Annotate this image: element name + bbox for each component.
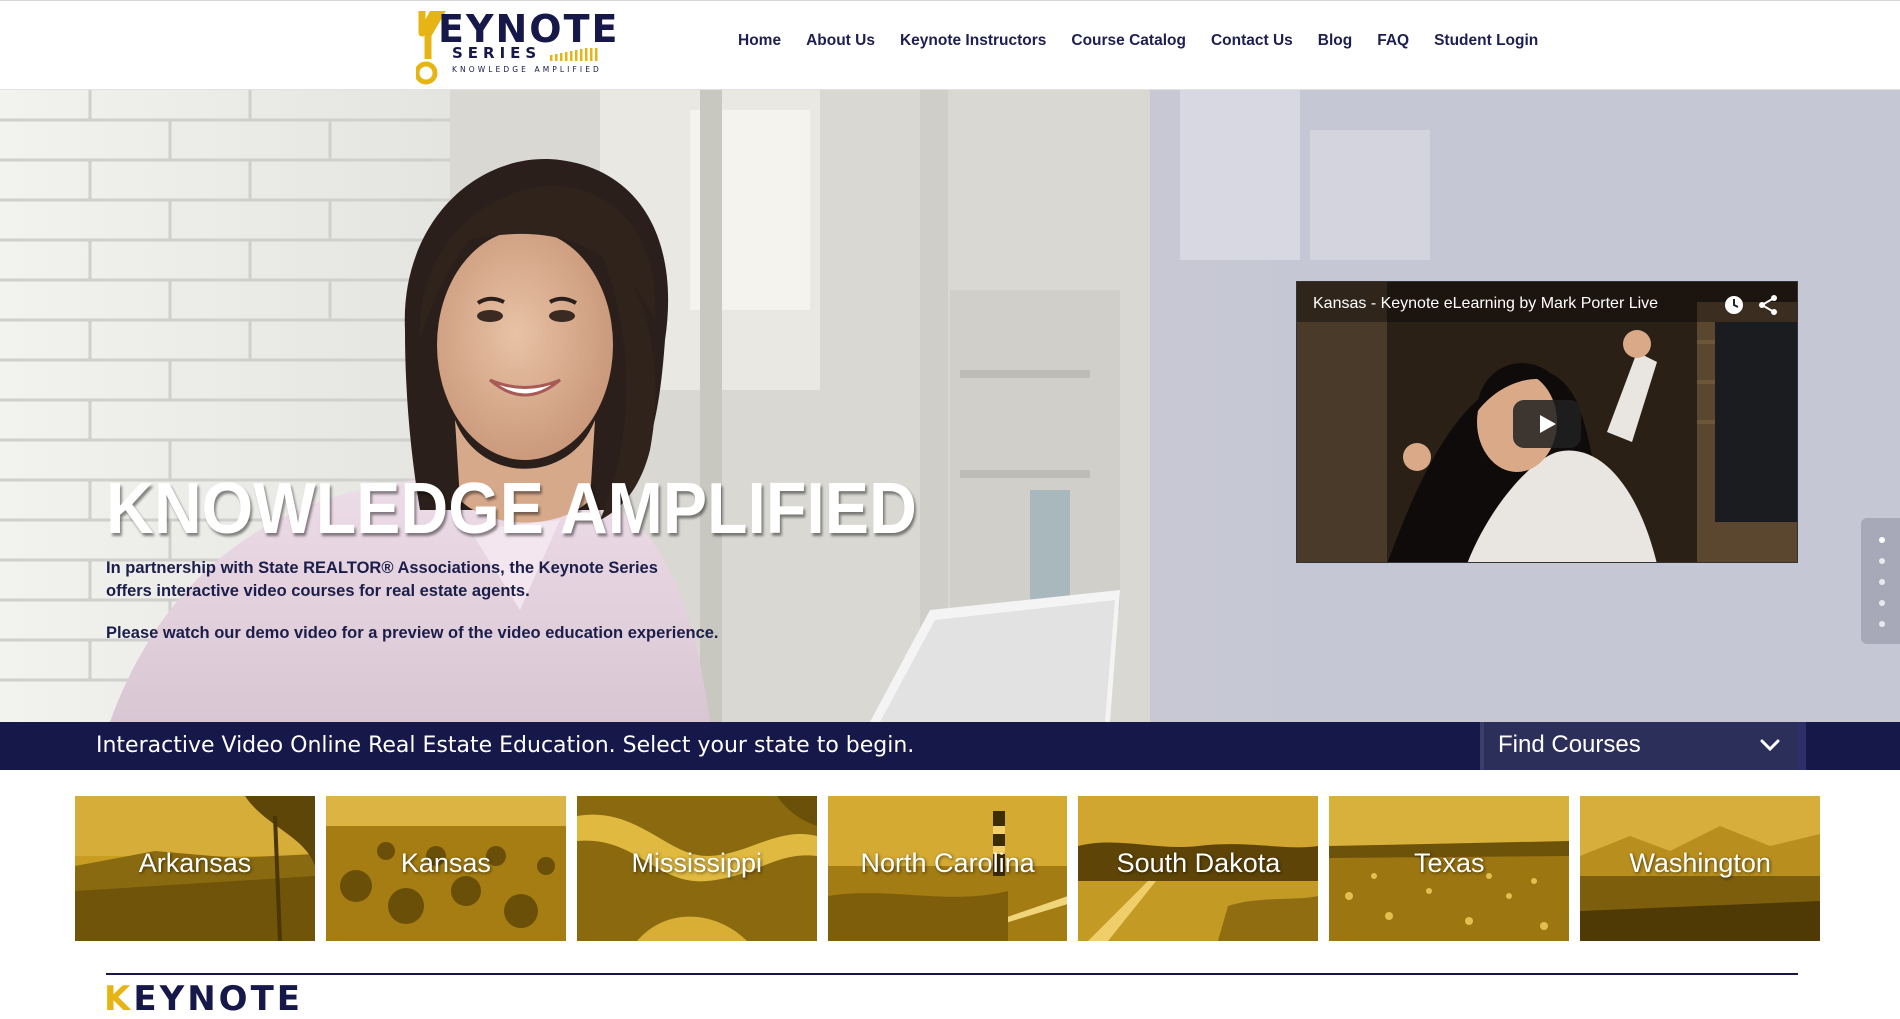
nav-home[interactable]: Home (738, 32, 781, 50)
nav-about-us[interactable]: About Us (806, 32, 875, 50)
hero-banner: KNOWLEDGE AMPLIFIED In partnership with … (0, 90, 1900, 722)
equalizer-bars-icon (550, 48, 598, 61)
state-name: Mississippi (631, 848, 762, 878)
slider-dot[interactable] (1879, 537, 1885, 543)
section-divider (106, 973, 1798, 975)
nav-course-catalog[interactable]: Course Catalog (1071, 32, 1186, 50)
slider-dot[interactable] (1879, 621, 1885, 627)
watch-later-icon[interactable] (1723, 294, 1745, 316)
state-name: Washington (1629, 848, 1771, 878)
state-tiles: Arkansas Kansas Mississippi North Caroli… (75, 796, 1821, 941)
state-name: Texas (1414, 848, 1485, 878)
state-name: Kansas (400, 848, 491, 878)
keynote-logo[interactable]: EYNOTE SERIES KNOWLEDGE AMPLIFIED (416, 7, 617, 87)
video-title[interactable]: Kansas - Keynote eLearning by Mark Porte… (1313, 295, 1658, 313)
find-courses-label: Find Courses (1498, 731, 1641, 758)
slider-dot[interactable] (1879, 579, 1885, 585)
play-icon[interactable] (1513, 400, 1581, 448)
nav-student-login[interactable]: Student Login (1434, 32, 1538, 50)
footer-logo-k: K (104, 979, 134, 1019)
nav-blog[interactable]: Blog (1318, 32, 1352, 50)
slider-dot[interactable] (1879, 600, 1885, 606)
nav-contact-us[interactable]: Contact Us (1211, 32, 1293, 50)
demo-video-player[interactable]: Kansas - Keynote eLearning by Mark Porte… (1296, 281, 1798, 563)
hero-intro-text: In partnership with State REALTOR® Assoc… (106, 559, 658, 600)
find-courses-dropdown[interactable]: Find Courses (1480, 722, 1806, 770)
nav-faq[interactable]: FAQ (1377, 32, 1409, 50)
state-tile-south-dakota[interactable]: South Dakota (1078, 796, 1319, 941)
site-header: EYNOTE SERIES KNOWLEDGE AMPLIFIED Home A… (0, 0, 1900, 90)
state-select-bar: Interactive Video Online Real Estate Edu… (0, 722, 1900, 770)
logo-series: SERIES (452, 44, 542, 62)
hero-video-prompt: Please watch our demo video for a previe… (106, 624, 719, 642)
state-bar-text: Interactive Video Online Real Estate Edu… (96, 733, 915, 758)
logo-tagline: KNOWLEDGE AMPLIFIED (452, 65, 602, 74)
slider-dot[interactable] (1879, 558, 1885, 564)
slider-dots (1861, 518, 1900, 644)
state-tile-texas[interactable]: Texas (1329, 796, 1570, 941)
footer-logo[interactable]: KEYNOTE (104, 982, 303, 1016)
chevron-down-icon (1760, 739, 1780, 752)
state-tile-washington[interactable]: Washington (1580, 796, 1821, 941)
state-name: South Dakota (1116, 848, 1281, 878)
footer-logo-word: EYNOTE (133, 979, 303, 1019)
state-tile-mississippi[interactable]: Mississippi (576, 796, 817, 941)
hero-title: KNOWLEDGE AMPLIFIED (106, 469, 917, 549)
state-tile-north-carolina[interactable]: North Carolina (827, 796, 1068, 941)
nav-keynote-instructors[interactable]: Keynote Instructors (900, 32, 1046, 50)
state-tile-kansas[interactable]: Kansas (325, 796, 566, 941)
share-icon[interactable] (1757, 294, 1779, 316)
state-name: North Carolina (860, 848, 1035, 878)
state-tile-arkansas[interactable]: Arkansas (75, 796, 315, 941)
main-nav: Home About Us Keynote Instructors Course… (738, 32, 1538, 50)
state-name: Arkansas (138, 848, 252, 878)
